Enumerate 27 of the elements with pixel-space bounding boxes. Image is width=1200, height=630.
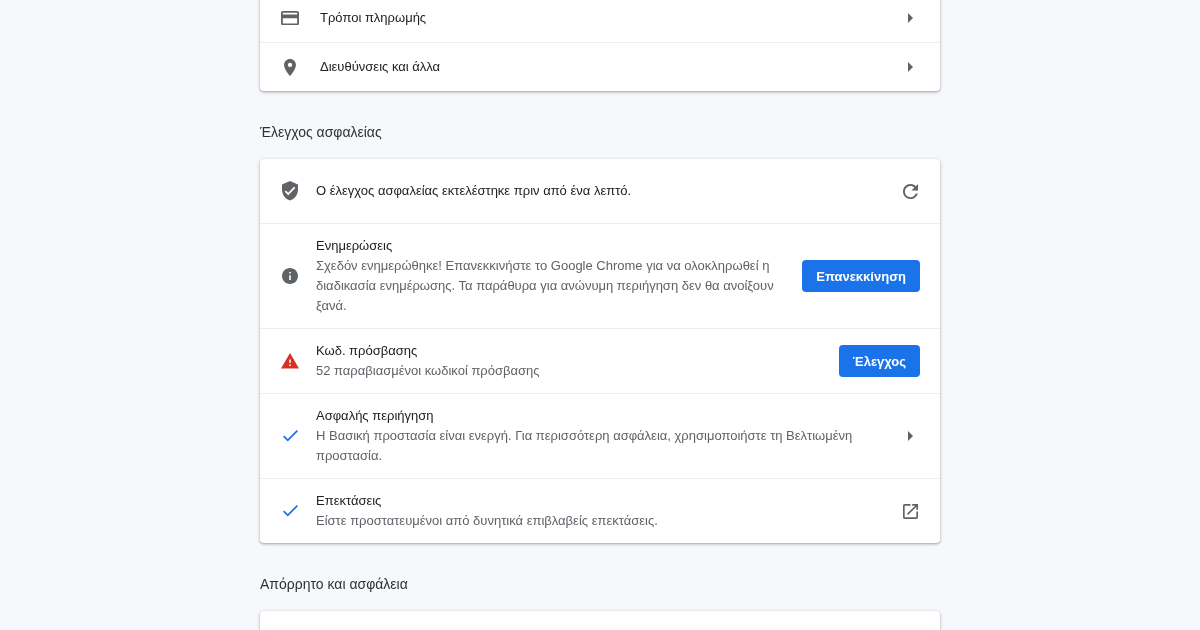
warning-icon — [281, 353, 299, 369]
status-text: Ο έλεγχος ασφαλείας εκτελέστηκε πριν από ένα λεπτό. — [316, 182, 632, 200]
action-button[interactable]: Έλεγχος — [838, 345, 920, 377]
shield-check-icon — [282, 181, 298, 201]
checkmark-icon — [282, 505, 298, 517]
row-description: Σχεδόν ενημερώθηκε! Επανεκκινήστε το Google Chrome για να ολοκληρωθεί η διαδικασία ενημέρωσης. Τα παράθυρα για ανώνυμη περιήγηση δεν θα ανοίξουν ξανά. — [316, 257, 775, 315]
menu-item-label[interactable]: Τρόποι πληρωμής — [320, 8, 880, 28]
external-link-icon[interactable] — [902, 503, 918, 519]
row-description: 52 παραβιασμένοι κωδικοί πρόσβασης — [316, 362, 540, 380]
chevron-right-icon[interactable] — [907, 13, 913, 23]
location-pin-icon — [284, 58, 296, 76]
action-button[interactable]: Επανεκκίνηση — [802, 260, 920, 292]
row-title: Ενημερώσεις — [316, 237, 393, 255]
row-title: Επεκτάσεις — [316, 492, 382, 510]
section-heading: Έλεγχος ασφαλείας — [260, 123, 383, 142]
credit-card-icon — [281, 10, 299, 26]
row-description: Η Βασική προστασία είναι ενεργή. Για περισσότερη ασφάλεια, χρησιμοποιήστε τη Βελτιωμένη προστασία. — [316, 427, 854, 465]
chevron-right-icon[interactable] — [907, 62, 913, 72]
info-icon — [282, 268, 298, 284]
section-heading: Απόρρητο και ασφάλεια — [260, 575, 409, 594]
checkmark-icon — [282, 430, 298, 442]
row-title: Κωδ. πρόσβασης — [316, 342, 418, 360]
menu-item-label[interactable]: Διευθύνσεις και άλλα — [320, 57, 880, 77]
refresh-icon[interactable] — [902, 183, 918, 199]
row-description: Είστε προστατευμένοι από δυνητικά επιβλαβείς επεκτάσεις. — [316, 512, 658, 530]
row-title: Ασφαλής περιήγηση — [316, 407, 434, 425]
chevron-right-icon[interactable] — [907, 431, 913, 441]
